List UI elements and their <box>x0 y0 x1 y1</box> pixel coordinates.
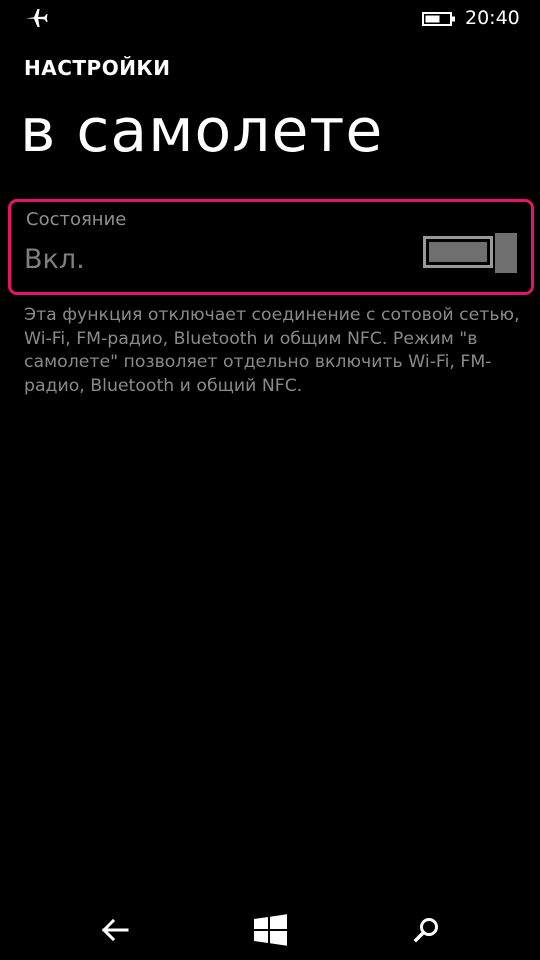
app-title: НАСТРОЙКИ <box>24 56 171 80</box>
back-button[interactable] <box>94 910 138 950</box>
windows-logo-icon <box>249 910 293 950</box>
airplane-icon <box>24 6 48 30</box>
page-title: в самолете <box>20 96 384 166</box>
setting-label: Состояние <box>26 209 127 230</box>
status-time: 20:40 <box>465 7 520 29</box>
setting-description: Эта функция отключает соединение с сотов… <box>24 305 520 396</box>
airplane-mode-toggle[interactable] <box>423 233 517 275</box>
toggle-thumb[interactable] <box>495 233 517 273</box>
airplane-mode-setting[interactable]: Состояние Вкл. <box>8 199 534 295</box>
search-button[interactable] <box>405 910 449 950</box>
search-icon <box>405 910 449 950</box>
navigation-bar <box>0 900 540 960</box>
status-bar: 20:40 <box>0 0 540 36</box>
setting-state-value: Вкл. <box>24 244 85 275</box>
start-button[interactable] <box>249 910 293 950</box>
back-arrow-icon <box>94 910 138 950</box>
toggle-fill <box>429 242 487 262</box>
battery-icon <box>422 11 456 27</box>
